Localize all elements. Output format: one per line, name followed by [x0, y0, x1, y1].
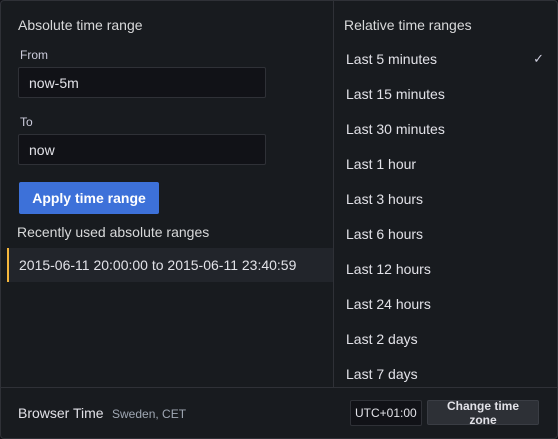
relative-range-item[interactable]: Last 1 hour	[334, 146, 557, 181]
relative-range-label: Last 1 hour	[346, 155, 417, 172]
relative-range-item[interactable]: Last 3 hours	[334, 181, 557, 216]
relative-ranges-title: Relative time ranges	[344, 17, 472, 33]
relative-range-label: Last 5 minutes	[346, 50, 438, 67]
recent-range-item[interactable]: 2015-06-11 20:00:00 to 2015-06-11 23:40:…	[7, 248, 333, 282]
relative-range-label: Last 7 days	[346, 365, 418, 382]
relative-range-item[interactable]: Last 30 minutes	[334, 111, 557, 146]
change-time-zone-button[interactable]: Change time zone	[427, 399, 539, 427]
relative-range-label: Last 12 hours	[346, 260, 431, 277]
relative-range-label: Last 24 hours	[346, 295, 431, 312]
timezone-detail: Sweden, CET	[112, 407, 187, 421]
to-label: To	[20, 115, 33, 129]
relative-range-item[interactable]: Last 6 hours	[334, 216, 557, 251]
absolute-range-panel: Absolute time range From To Apply time r…	[1, 1, 333, 387]
apply-time-range-button[interactable]: Apply time range	[19, 182, 159, 214]
relative-range-item[interactable]: Last 7 days	[334, 356, 557, 391]
relative-range-item[interactable]: Last 2 days	[334, 321, 557, 356]
relative-range-item[interactable]: Last 15 minutes	[334, 76, 557, 111]
relative-ranges-list: Last 5 minutes ✓ Last 15 minutes Last 30…	[334, 41, 557, 391]
utc-offset-badge: UTC+01:00	[350, 400, 422, 426]
relative-range-item[interactable]: Last 24 hours	[334, 286, 557, 321]
timezone-footer: Browser Time Sweden, CET UTC+01:00 Chang…	[1, 387, 557, 438]
relative-range-item[interactable]: Last 5 minutes ✓	[334, 41, 557, 76]
relative-range-label: Last 6 hours	[346, 225, 424, 242]
time-range-picker: Absolute time range From To Apply time r…	[0, 0, 558, 439]
timezone-label: Browser Time	[18, 405, 104, 421]
relative-range-label: Last 30 minutes	[346, 120, 445, 137]
relative-range-label: Last 3 hours	[346, 190, 424, 207]
relative-ranges-panel: Relative time ranges Last 5 minutes ✓ La…	[333, 1, 557, 387]
recent-ranges-title: Recently used absolute ranges	[17, 224, 210, 240]
from-input[interactable]	[18, 67, 266, 98]
relative-range-label: Last 15 minutes	[346, 85, 445, 102]
checkmark-icon: ✓	[533, 50, 544, 66]
absolute-range-title: Absolute time range	[18, 17, 143, 33]
to-input[interactable]	[18, 134, 266, 165]
relative-range-label: Last 2 days	[346, 330, 418, 347]
relative-range-item[interactable]: Last 12 hours	[334, 251, 557, 286]
from-label: From	[20, 48, 48, 62]
